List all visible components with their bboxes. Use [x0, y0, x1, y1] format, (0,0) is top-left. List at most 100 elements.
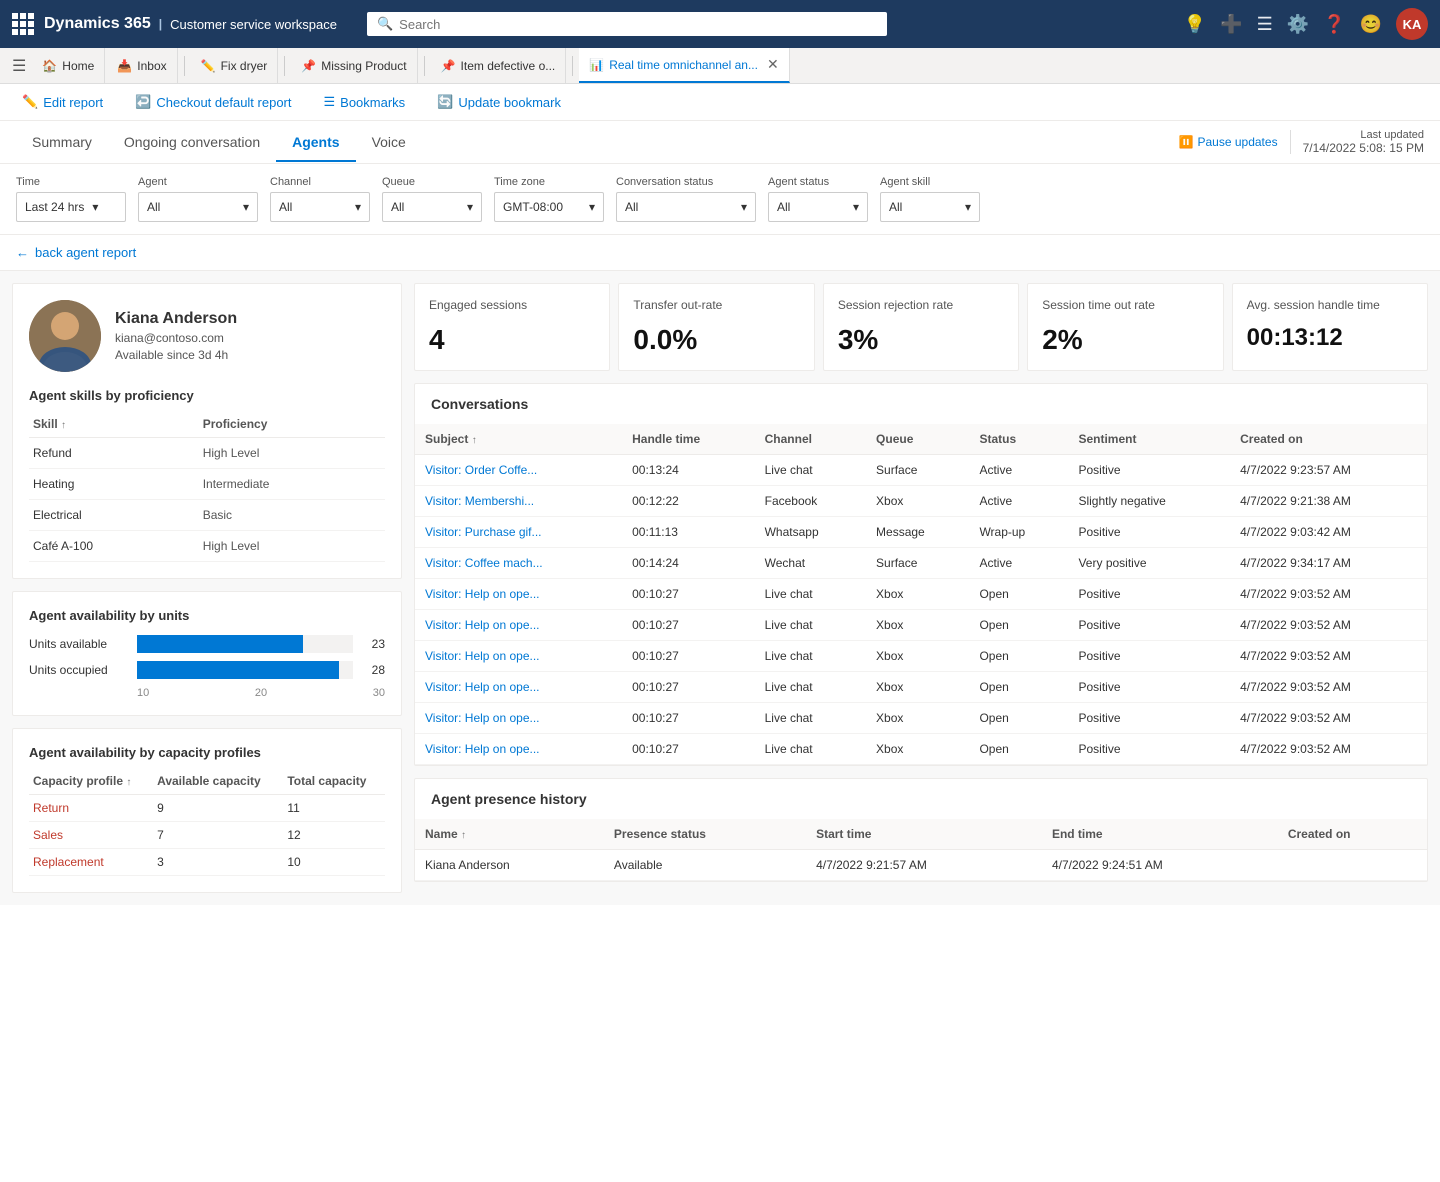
unit-bar-row: Units available 23: [29, 635, 385, 653]
tab-real-time[interactable]: 📊 Real time omnichannel an... ✕: [579, 48, 789, 83]
lightbulb-icon[interactable]: 💡: [1184, 14, 1206, 35]
conv-status: Active: [969, 455, 1068, 486]
conv-subject[interactable]: Visitor: Help on ope...: [415, 579, 622, 610]
bookmarks-button[interactable]: ☰ Bookmarks: [318, 90, 412, 114]
tab-item-defective[interactable]: 📌 Item defective o...: [431, 48, 567, 83]
kpi-card: Session rejection rate 3%: [823, 283, 1019, 371]
conv-status: Wrap-up: [969, 517, 1068, 548]
capacity-profile-col: Capacity profile ↑: [29, 768, 153, 795]
agent-select[interactable]: All ▾: [138, 192, 258, 222]
profile-name[interactable]: Sales: [29, 822, 153, 849]
tab-close-icon[interactable]: ✕: [767, 56, 779, 73]
tab-voice[interactable]: Voice: [356, 124, 422, 162]
agent-available-since: Available since 3d 4h: [115, 348, 237, 362]
timezone-select[interactable]: GMT-08:00 ▾: [494, 192, 604, 222]
capacity-row: Sales712: [29, 822, 385, 849]
agent-status-select[interactable]: All ▾: [768, 192, 868, 222]
conv-subject[interactable]: Visitor: Purchase gif...: [415, 517, 622, 548]
presence-end-time: 4/7/2022 9:24:51 AM: [1042, 850, 1278, 881]
presence-card: Agent presence history Name ↑Presence st…: [414, 778, 1428, 882]
pin-icon-2: 📌: [441, 59, 456, 73]
agent-card: Kiana Anderson kiana@contoso.com Availab…: [12, 283, 402, 579]
agent-skill-select[interactable]: All ▾: [880, 192, 980, 222]
profile-name[interactable]: Replacement: [29, 849, 153, 876]
tab-ongoing-conversation[interactable]: Ongoing conversation: [108, 124, 276, 162]
conv-handle-time: 00:12:22: [622, 486, 754, 517]
conv-subject[interactable]: Visitor: Help on ope...: [415, 672, 622, 703]
back-label: back agent report: [35, 245, 136, 260]
conv-queue: Surface: [866, 455, 969, 486]
queue-select[interactable]: All ▾: [382, 192, 482, 222]
chevron-down-icon: ▾: [92, 200, 98, 214]
search-input[interactable]: [399, 17, 877, 32]
filter-time: Time Last 24 hrs ▾: [16, 176, 126, 222]
chevron-channel-icon: ▾: [355, 200, 361, 214]
settings-panel-icon[interactable]: ☰: [1257, 14, 1273, 35]
unit-bar: [137, 661, 353, 679]
help-icon[interactable]: ❓: [1323, 14, 1345, 35]
conv-queue: Xbox: [866, 641, 969, 672]
chevron-agent-icon: ▾: [243, 200, 249, 214]
conversations-table: Subject ↑Handle timeChannelQueueStatusSe…: [415, 424, 1427, 765]
conv-subject[interactable]: Visitor: Help on ope...: [415, 610, 622, 641]
conversation-row: Visitor: Help on ope... 00:10:27 Live ch…: [415, 641, 1427, 672]
conv-subject[interactable]: Visitor: Order Coffe...: [415, 455, 622, 486]
edit-icon: ✏️: [201, 59, 216, 73]
nav-icons: 💡 ➕ ☰ ⚙️ ❓ 😊 KA: [1184, 8, 1428, 40]
tab-fix-dryer[interactable]: ✏️ Fix dryer: [191, 48, 279, 83]
profile-name[interactable]: Return: [29, 795, 153, 822]
time-select[interactable]: Last 24 hrs ▾: [16, 192, 126, 222]
presence-row: Kiana Anderson Available 4/7/2022 9:21:5…: [415, 850, 1427, 881]
tab-inbox[interactable]: 📥 Inbox: [107, 48, 177, 83]
conv-created-on: 4/7/2022 9:21:38 AM: [1230, 486, 1427, 517]
tab-home[interactable]: 🏠 Home: [32, 48, 105, 83]
conv-status: Open: [969, 734, 1068, 765]
presence-table: Name ↑Presence statusStart timeEnd timeC…: [415, 819, 1427, 881]
conv-queue: Xbox: [866, 734, 969, 765]
tab-missing-product[interactable]: 📌 Missing Product: [291, 48, 417, 83]
conv-status: Active: [969, 486, 1068, 517]
checkout-report-button[interactable]: ↩️ Checkout default report: [129, 90, 297, 114]
skill-proficiency: High Level: [199, 438, 385, 469]
tab-agents[interactable]: Agents: [276, 124, 355, 162]
presence-col-header: Start time: [806, 819, 1042, 850]
presence-sort-button[interactable]: ↑: [461, 830, 466, 841]
conv-handle-time: 00:13:24: [622, 455, 754, 486]
search-bar[interactable]: 🔍: [367, 12, 887, 36]
conv-subject[interactable]: Visitor: Help on ope...: [415, 641, 622, 672]
avatar[interactable]: KA: [1396, 8, 1428, 40]
unit-bar-row: Units occupied 28: [29, 661, 385, 679]
proficiency-col-header: Proficiency: [199, 411, 385, 438]
update-bookmark-button[interactable]: 🔄 Update bookmark: [431, 90, 567, 114]
conv-subject[interactable]: Visitor: Help on ope...: [415, 734, 622, 765]
pause-updates-button[interactable]: ⏸️ Pause updates: [1179, 135, 1278, 149]
capacity-sort-button[interactable]: ↑: [126, 777, 131, 788]
filter-agent-skill-label: Agent skill: [880, 176, 980, 188]
pause-icon: ⏸️: [1179, 135, 1194, 149]
conv-status: Open: [969, 610, 1068, 641]
conv-status-select[interactable]: All ▾: [616, 192, 756, 222]
edit-report-button[interactable]: ✏️ Edit report: [16, 90, 109, 114]
plus-icon[interactable]: ➕: [1220, 14, 1242, 35]
conv-sentiment: Positive: [1068, 455, 1230, 486]
tab-summary[interactable]: Summary: [16, 124, 108, 162]
gear-icon[interactable]: ⚙️: [1287, 14, 1309, 35]
conv-subject[interactable]: Visitor: Membershi...: [415, 486, 622, 517]
presence-col-header: Name ↑: [415, 819, 604, 850]
channel-select[interactable]: All ▾: [270, 192, 370, 222]
tab-bar: ☰ 🏠 Home 📥 Inbox ✏️ Fix dryer 📌 Missing …: [0, 48, 1440, 84]
skill-sort-button[interactable]: ↑: [61, 420, 66, 431]
conv-subject[interactable]: Visitor: Help on ope...: [415, 703, 622, 734]
available-cap: 3: [153, 849, 283, 876]
conv-sort-button[interactable]: ↑: [472, 435, 477, 446]
user-status-icon[interactable]: 😊: [1360, 14, 1382, 35]
waffle-icon[interactable]: [12, 13, 34, 35]
conv-subject[interactable]: Visitor: Coffee mach...: [415, 548, 622, 579]
conversation-row: Visitor: Help on ope... 00:10:27 Live ch…: [415, 672, 1427, 703]
hamburger-button[interactable]: ☰: [8, 52, 30, 80]
presence-start-time: 4/7/2022 9:21:57 AM: [806, 850, 1042, 881]
conv-channel: Live chat: [755, 672, 866, 703]
total-cap: 10: [283, 849, 385, 876]
back-bar[interactable]: ← back agent report: [0, 235, 1440, 271]
kpi-value: 3%: [838, 324, 1004, 356]
